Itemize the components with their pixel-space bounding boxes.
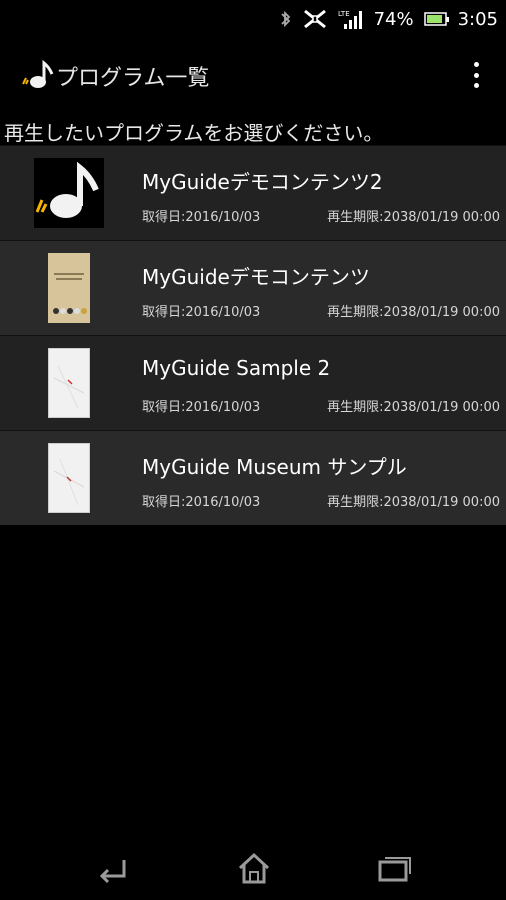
expiry-date: 再生期限:2038/01/19 00:00 [327,495,500,510]
acquired-date: 取得日:2016/10/03 [142,495,261,510]
cover-image [48,253,90,323]
nfc-icon [302,8,328,30]
program-title: MyGuide Sample 2 [142,356,331,380]
music-note-icon [22,58,56,92]
overflow-menu-icon[interactable] [462,60,490,90]
prompt-text: 再生したいプログラムをお選びください。 [4,121,384,145]
program-item[interactable]: MyGuideデモコンテンツ2 取得日:2016/10/03 再生期限:2038… [0,145,506,240]
program-item[interactable]: MyGuide Museum サンプル 取得日:2016/10/03 再生期限:… [0,430,506,525]
home-icon[interactable] [234,850,274,886]
cover-image [48,443,90,513]
back-icon[interactable] [94,850,134,886]
program-item[interactable]: MyGuideデモコンテンツ 取得日:2016/10/03 再生期限:2038/… [0,240,506,335]
program-title: MyGuideデモコンテンツ2 [142,170,383,194]
expiry-date: 再生期限:2038/01/19 00:00 [327,210,500,225]
program-thumbnail [34,443,104,513]
acquired-date: 取得日:2016/10/03 [142,210,261,225]
recents-icon[interactable] [374,850,414,886]
music-note-icon [34,158,104,228]
acquired-date: 取得日:2016/10/03 [142,305,261,320]
expiry-date: 再生期限:2038/01/19 00:00 [327,305,500,320]
battery-percent: 74% [373,8,414,30]
program-thumbnail [34,348,104,418]
program-item[interactable]: MyGuide Sample 2 取得日:2016/10/03 再生期限:203… [0,335,506,430]
acquired-date: 取得日:2016/10/03 [142,400,261,415]
navigation-bar [0,840,506,900]
program-title: MyGuide Museum サンプル [142,455,407,479]
program-thumbnail [34,253,104,323]
battery-icon [423,10,450,28]
program-title: MyGuideデモコンテンツ [142,265,370,289]
status-bar: LTE 74% 3:05 [0,0,506,38]
lte-signal-icon: LTE [338,8,366,30]
clock: 3:05 [457,8,498,30]
action-bar: プログラム一覧 [0,48,506,104]
expiry-date: 再生期限:2038/01/19 00:00 [327,400,500,415]
bluetooth-icon [280,9,292,29]
program-thumbnail [34,158,104,228]
cover-image [48,348,90,418]
program-list: MyGuideデモコンテンツ2 取得日:2016/10/03 再生期限:2038… [0,145,506,525]
page-title: プログラム一覧 [56,66,210,91]
svg-text:LTE: LTE [338,10,350,18]
